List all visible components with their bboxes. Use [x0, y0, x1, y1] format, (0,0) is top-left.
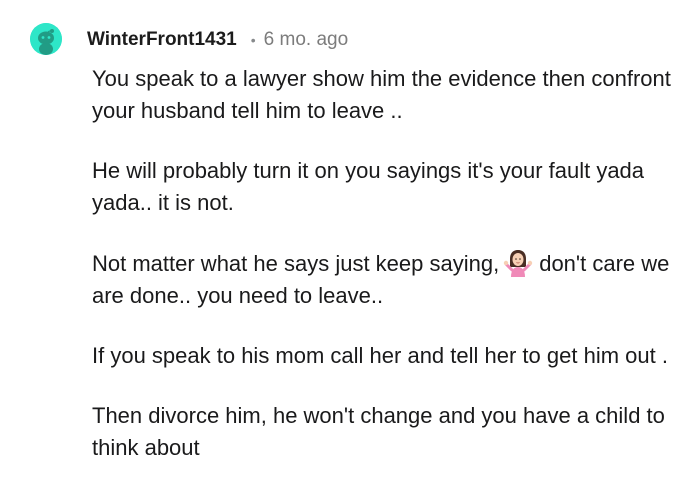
comment-header: WinterFront1431 • 6 mo. ago: [87, 27, 348, 53]
snoo-avatar-icon: [30, 23, 62, 55]
comment-paragraph: Then divorce him, he won't change and yo…: [92, 403, 665, 460]
comment-paragraph: Not matter what he says just keep saying…: [92, 247, 682, 312]
username-link[interactable]: WinterFront1431: [87, 29, 237, 51]
user-avatar[interactable]: [30, 23, 62, 55]
comment-paragraph: He will probably turn it on you sayings …: [92, 158, 645, 215]
meta-separator: •: [250, 32, 256, 48]
comment-paragraph: You speak to a lawyer show him the evide…: [92, 66, 671, 123]
comment-body: You speak to a lawyer show him the evide…: [92, 63, 682, 492]
comment-timestamp[interactable]: 6 mo. ago: [264, 29, 349, 51]
comment: WinterFront1431 • 6 mo. ago You speak to…: [0, 0, 700, 502]
comment-paragraph: If you speak to his mom call her and tel…: [92, 343, 668, 368]
paragraph-text: Not matter what he says just keep saying…: [92, 251, 500, 276]
woman-shrugging-emoji: [504, 250, 533, 277]
